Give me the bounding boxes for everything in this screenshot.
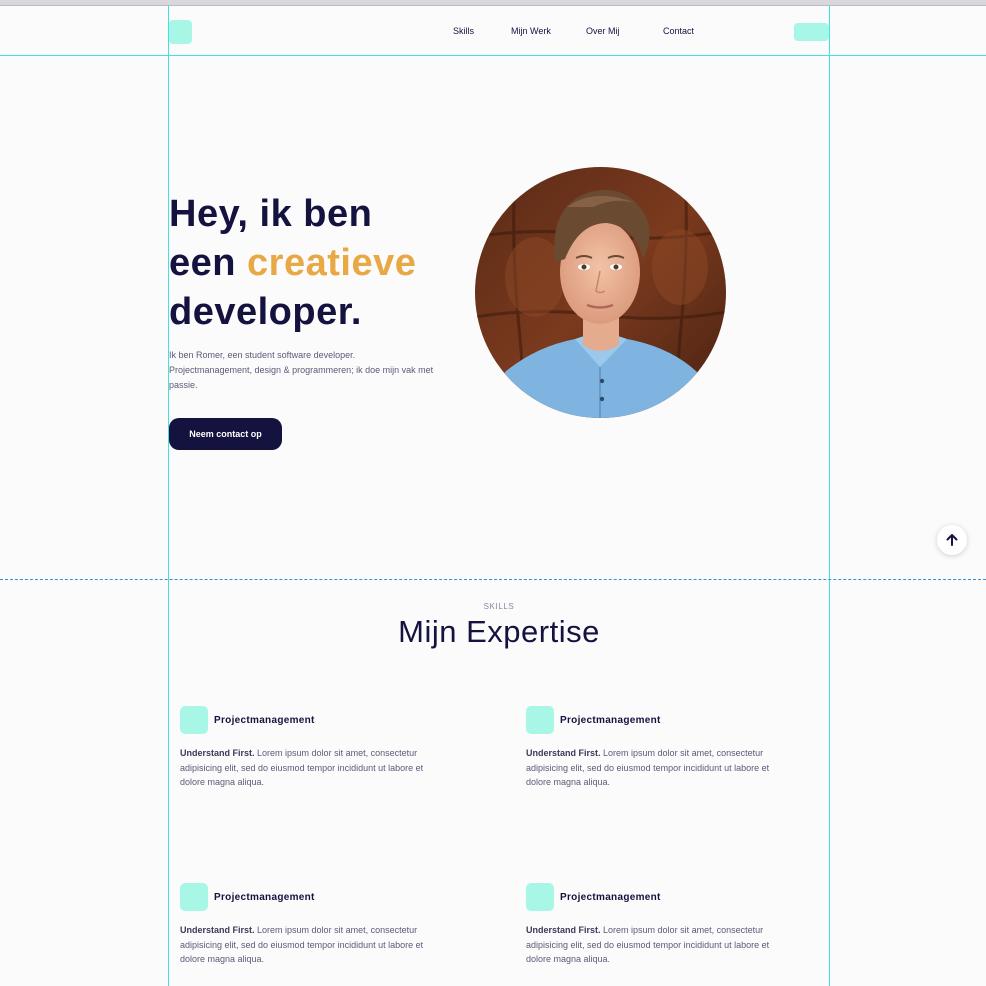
skill-title: Projectmanagement	[214, 715, 315, 726]
skill-lead: Understand First.	[180, 925, 255, 935]
section-divider-guide	[0, 579, 986, 580]
profile-photo	[475, 167, 726, 418]
nav-skills[interactable]: Skills	[453, 26, 474, 36]
skill-lead: Understand First.	[526, 748, 601, 758]
skill-icon	[526, 706, 554, 734]
nav-contact[interactable]: Contact	[663, 26, 694, 36]
skill-description: Understand First. Lorem ipsum dolor sit …	[180, 746, 435, 790]
hero-title-line2: een creatieve	[169, 239, 469, 288]
skills-kicker: SKILLS	[483, 602, 515, 611]
nav-mijn-werk[interactable]: Mijn Werk	[511, 26, 551, 36]
guide-header-bottom	[0, 55, 986, 56]
arrow-up-icon	[946, 534, 958, 546]
skill-description: Understand First. Lorem ipsum dolor sit …	[526, 923, 781, 967]
skill-lead: Understand First.	[180, 748, 255, 758]
hero-title-line3: developer.	[169, 291, 362, 333]
skill-icon	[180, 883, 208, 911]
skill-title: Projectmanagement	[560, 892, 661, 903]
hero-intro: Ik ben Romer, een student software devel…	[169, 350, 434, 390]
skill-icon	[180, 706, 208, 734]
skill-description: Understand First. Lorem ipsum dolor sit …	[526, 746, 781, 790]
logo-placeholder[interactable]	[169, 20, 192, 44]
hero-title-line1: Hey, ik ben	[169, 193, 373, 235]
skill-lead: Understand First.	[526, 925, 601, 935]
hero-title-accent: creatieve	[247, 242, 417, 284]
skill-title: Projectmanagement	[214, 892, 315, 903]
editor-top-bar	[0, 0, 986, 6]
skill-icon	[526, 883, 554, 911]
hero-title: Hey, ik ben een creatieve developer.	[169, 190, 469, 337]
hero-title-prefix: een	[169, 242, 236, 284]
profile-photo-illustration	[475, 167, 726, 418]
page: Skills Mijn Werk Over Mij Contact Hey, i…	[0, 0, 986, 986]
contact-button[interactable]: Neem contact op	[169, 418, 282, 450]
skills-title: Mijn Expertise	[398, 614, 600, 649]
guide-right	[829, 5, 830, 986]
nav-over-mij[interactable]: Over Mij	[586, 26, 620, 36]
header-action-button[interactable]	[794, 23, 829, 41]
guide-left	[168, 5, 169, 986]
skill-description: Understand First. Lorem ipsum dolor sit …	[180, 923, 435, 967]
skill-title: Projectmanagement	[560, 715, 661, 726]
scroll-to-top-button[interactable]	[937, 525, 967, 555]
